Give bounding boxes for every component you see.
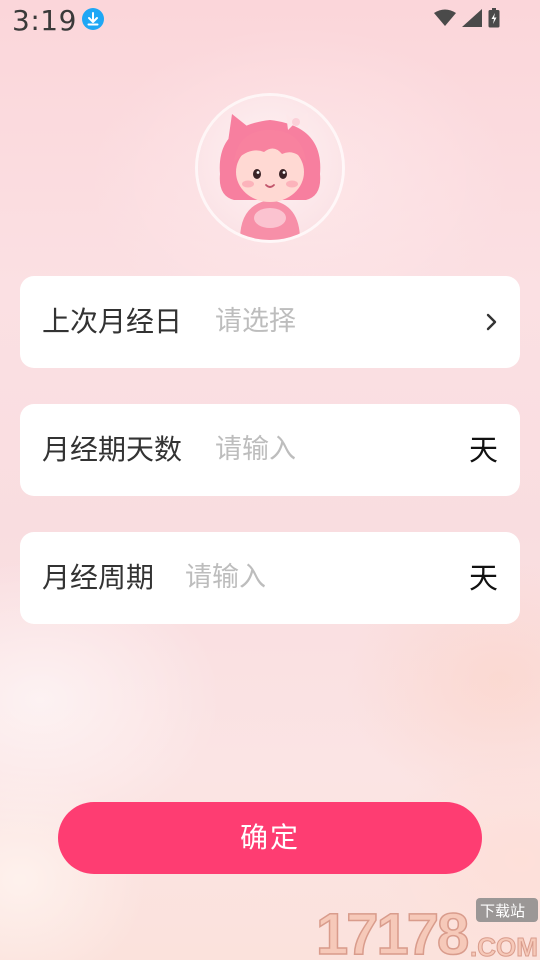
last-period-label: 上次月经日 bbox=[42, 305, 183, 338]
chevron-right-icon[interactable] bbox=[484, 310, 500, 334]
watermark-number: 17178 bbox=[316, 902, 468, 960]
period-days-input[interactable]: 请输入 bbox=[215, 404, 296, 496]
period-days-row[interactable]: 月经期天数 请输入 天 bbox=[20, 404, 520, 496]
signal-icon bbox=[462, 9, 482, 27]
period-days-label: 月经期天数 bbox=[42, 433, 183, 466]
watermark-logo: 17178 下载站 .COM bbox=[315, 898, 538, 960]
last-period-row[interactable]: 上次月经日 请选择 bbox=[20, 276, 520, 368]
battery-icon bbox=[488, 8, 500, 28]
status-time: 3:19 bbox=[12, 4, 77, 37]
avatar[interactable] bbox=[198, 96, 342, 240]
cartoon-girl-avatar-icon bbox=[219, 112, 321, 240]
cycle-label: 月经周期 bbox=[42, 561, 155, 594]
status-icons bbox=[434, 8, 500, 28]
cycle-row[interactable]: 月经周期 请输入 天 bbox=[20, 532, 520, 624]
wifi-icon bbox=[434, 9, 456, 26]
cycle-input[interactable]: 请输入 bbox=[185, 532, 266, 624]
confirm-button[interactable]: 确定 bbox=[58, 802, 482, 874]
last-period-select[interactable]: 请选择 bbox=[215, 276, 296, 368]
download-icon bbox=[82, 8, 104, 30]
cycle-unit: 天 bbox=[468, 561, 498, 595]
watermark-domain: .COM bbox=[470, 932, 538, 960]
watermark-tag: 下载站 bbox=[480, 902, 525, 920]
status-bar: 3:19 bbox=[0, 0, 540, 44]
period-days-unit: 天 bbox=[468, 433, 498, 467]
